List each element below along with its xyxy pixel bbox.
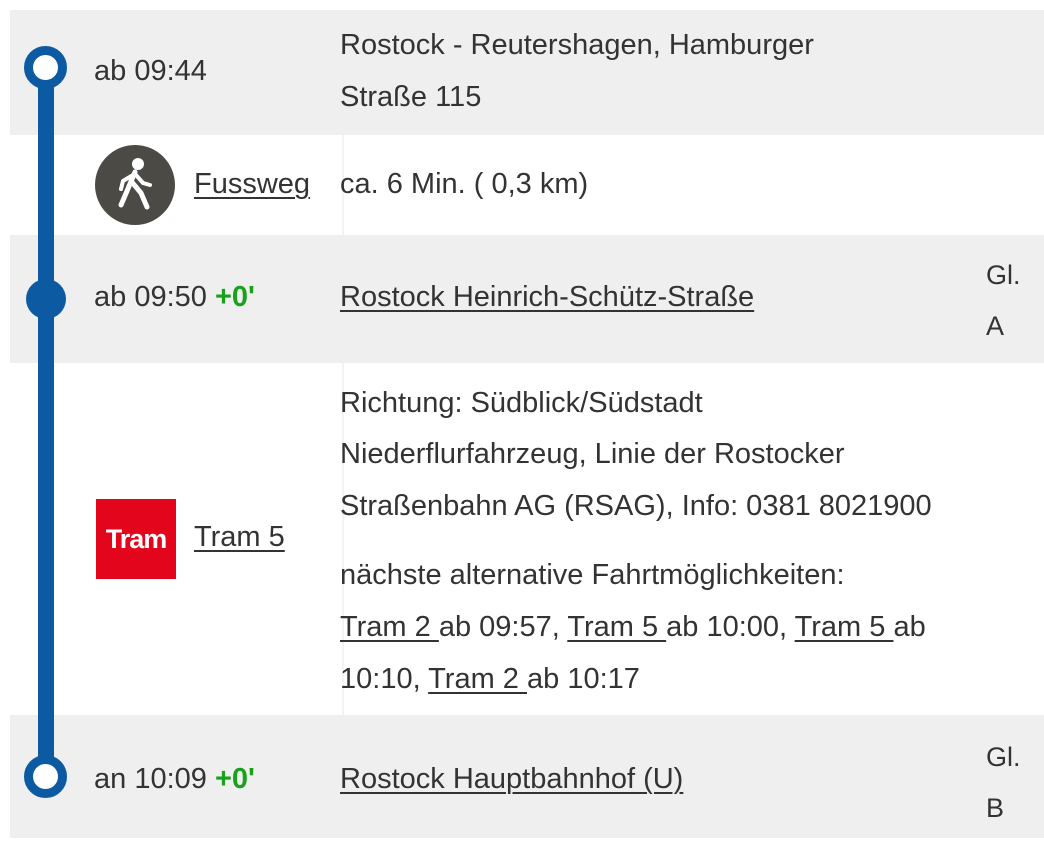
alt-time: ab 09:57 [438, 611, 552, 643]
start-node-icon [24, 46, 67, 89]
arrival-delay: +0' [214, 763, 255, 795]
alt-link[interactable]: Tram 2 [428, 663, 527, 695]
departure-address-line1: Rostock - Reutershagen, Hamburger [340, 29, 814, 61]
walk-link[interactable]: Fussweg [194, 162, 310, 207]
arrival-time-line: an 10:09 +0' [94, 757, 255, 802]
alt-separator: , [412, 663, 429, 695]
tram-direction: Richtung: Südblick/Südstadt [340, 387, 703, 419]
alt-link[interactable]: Tram 2 [340, 611, 439, 643]
alternatives-heading: nächste alternative Fahrtmöglichkeiten: [340, 559, 845, 591]
pedestrian-icon [95, 145, 175, 225]
arrival-time: an 10:09 [94, 763, 207, 795]
stop-platform-label: Gl. [986, 260, 1021, 290]
alt-time: 10:10 [340, 663, 413, 695]
alternatives-line1: Tram 2 ab 09:57, Tram 5 ab 10:00, Tram 5… [340, 605, 926, 650]
stop-name-link[interactable]: Rostock Heinrich-Schütz-Straße [340, 275, 754, 320]
tram-info-line2: Straßenbahn AG (RSAG), Info: 0381 802190… [340, 490, 932, 522]
tram-info-line1: Niederflurfahrzeug, Linie der Rostocker [340, 438, 845, 470]
stop-time-line: ab 09:50 +0' [94, 275, 255, 320]
stop-delay: +0' [214, 281, 255, 313]
tram-icon: Tram [96, 499, 176, 579]
arrival-name-link[interactable]: Rostock Hauptbahnhof (U) [340, 757, 683, 802]
stop-node-icon [26, 279, 66, 319]
alt-separator: , [779, 611, 795, 643]
alt-separator: , [551, 611, 568, 643]
alt-link[interactable]: Tram 5 [567, 611, 666, 643]
end-node-icon [24, 755, 67, 798]
arrival-platform-label: Gl. [986, 742, 1021, 772]
tram-link[interactable]: Tram 5 [194, 515, 285, 560]
alternatives-line2: 10:10, Tram 2 ab 10:17 [340, 657, 640, 702]
stop-platform: A [986, 311, 1005, 341]
alt-time: ab 10:00 [666, 611, 780, 643]
departure-time: ab 09:44 [94, 55, 207, 87]
arrival-platform: B [986, 793, 1005, 823]
stop-time: ab 09:50 [94, 281, 207, 313]
route-line [38, 66, 54, 783]
alt-link[interactable]: Tram 5 [795, 611, 894, 643]
alt-time: ab [893, 611, 926, 643]
departure-address-line2: Straße 115 [340, 81, 482, 113]
walk-duration: ca. 6 Min. ( 0,3 km) [340, 168, 589, 200]
alt-time: ab 10:17 [527, 663, 640, 695]
